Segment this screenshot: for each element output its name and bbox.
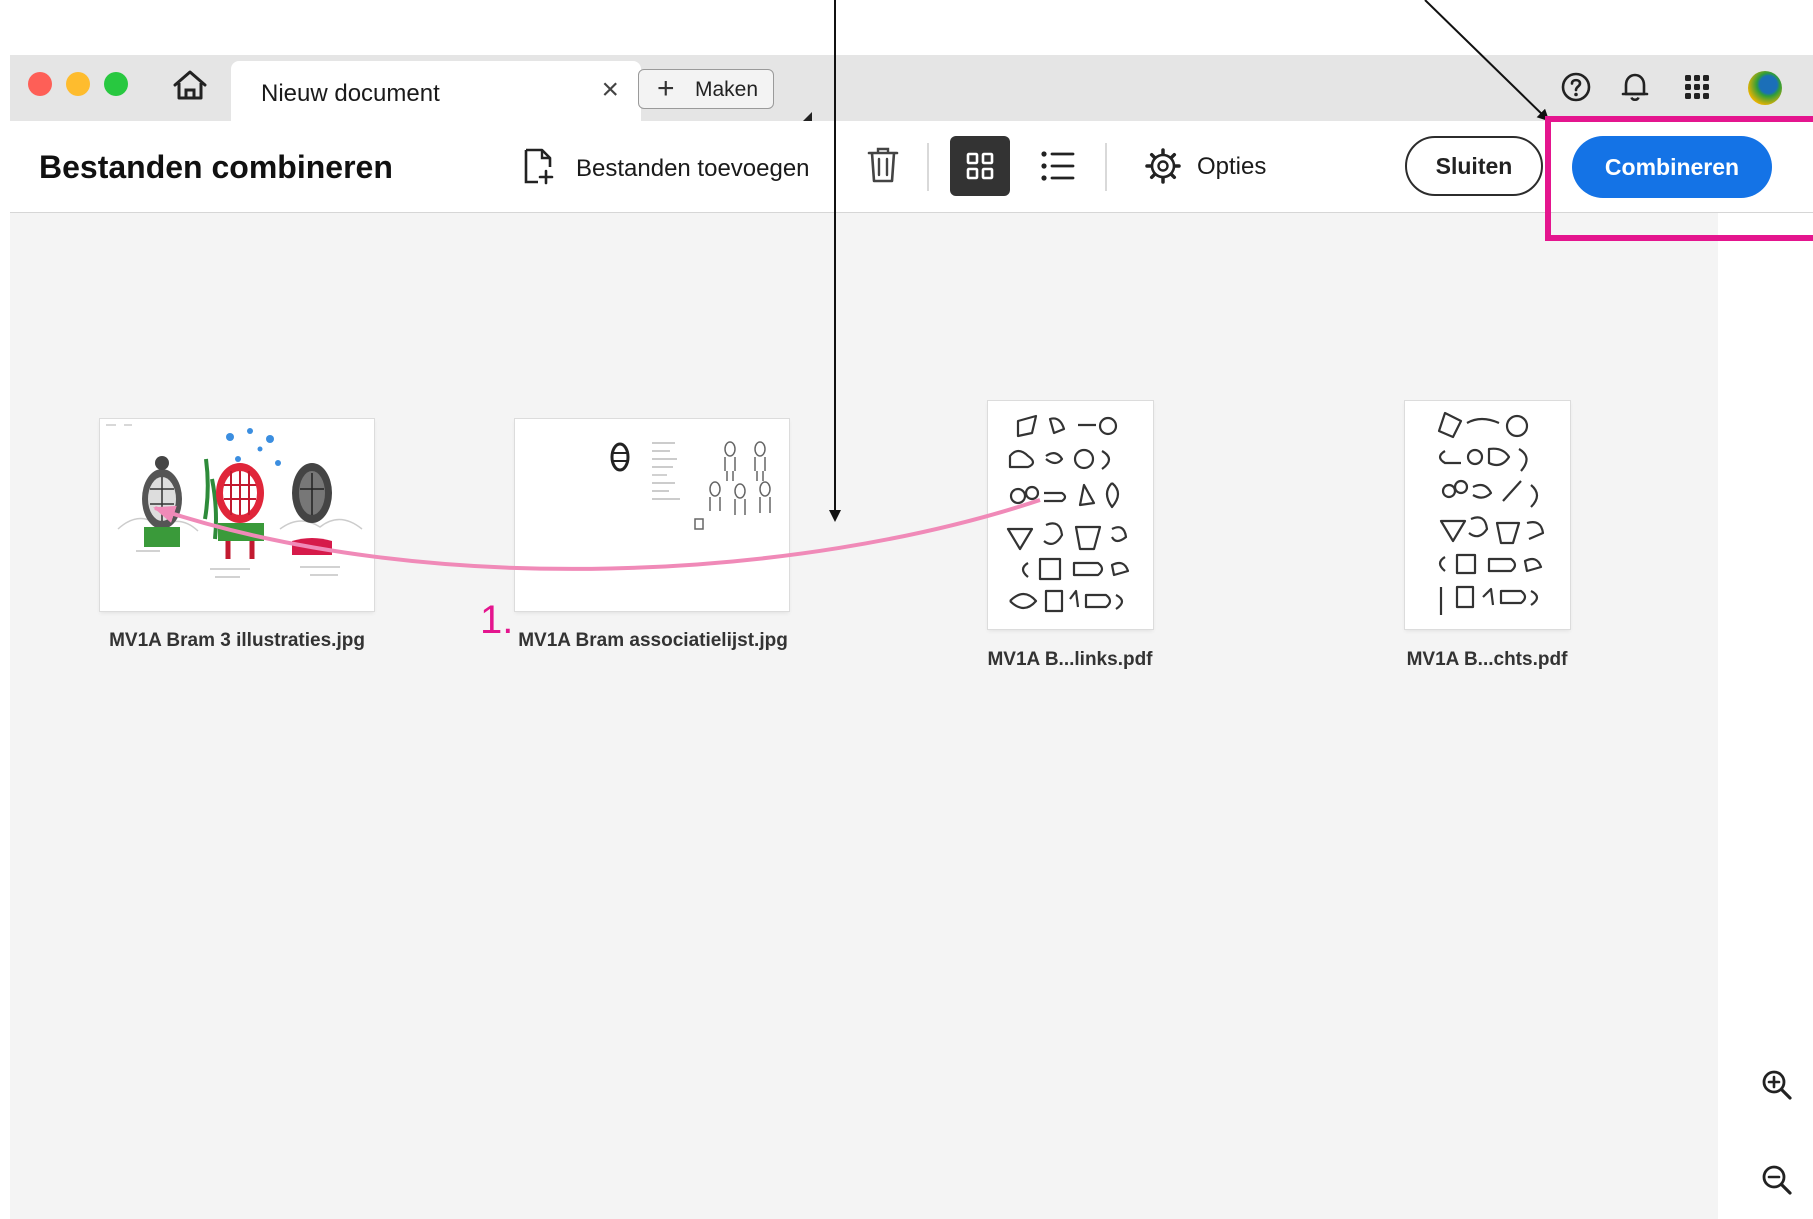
toolbar-divider [927, 143, 929, 191]
new-document-button[interactable]: + Maken [638, 69, 774, 109]
shapes-preview-left [1006, 414, 1130, 613]
file-name: MV1A B...links.pdf [987, 649, 1153, 670]
zoom-rail [1718, 213, 1813, 1219]
title-bar: Nieuw document × + Maken [10, 55, 1813, 121]
help-icon[interactable] [1559, 70, 1593, 104]
tab-close-button[interactable]: × [601, 75, 619, 105]
file-name: MV1A Bram associatielijst.jpg [518, 630, 788, 651]
combine-toolbar: Bestanden combineren Bestanden toevoegen [10, 121, 1813, 213]
grid-view-button[interactable] [950, 136, 1010, 196]
zoom-in-icon[interactable] [1760, 1068, 1794, 1102]
list-view-icon[interactable] [1040, 149, 1076, 183]
file-thumbnail[interactable] [988, 401, 1153, 629]
file-name: MV1A B...chts.pdf [1406, 649, 1568, 670]
options-label[interactable]: Opties [1197, 153, 1266, 181]
association-list-preview [610, 441, 771, 530]
app-window: Nieuw document × + Maken Bestanden combi… [10, 55, 1813, 1219]
zoom-window-button[interactable] [104, 72, 128, 96]
file-thumbnail[interactable] [1405, 401, 1570, 629]
combine-highlight-box [1545, 116, 1813, 241]
bell-icon[interactable] [1618, 70, 1652, 104]
close-button[interactable]: Sluiten [1405, 136, 1543, 196]
new-document-label: Maken [695, 78, 759, 101]
add-files-label: Bestanden toevoegen [576, 155, 810, 182]
avatar[interactable] [1748, 71, 1782, 105]
illustration-preview [106, 424, 363, 578]
shapes-preview-right [1437, 411, 1545, 615]
apps-grid-icon[interactable] [1680, 70, 1714, 104]
trash-icon[interactable] [865, 145, 901, 185]
document-tab[interactable]: Nieuw document × [231, 61, 641, 121]
grid-view-icon [966, 152, 994, 180]
page-title: Bestanden combineren [39, 149, 393, 185]
gear-icon[interactable] [1143, 146, 1183, 186]
tab-title: Nieuw document [261, 80, 440, 107]
add-files-dropdown-caret[interactable] [803, 112, 812, 121]
zoom-out-icon[interactable] [1760, 1163, 1794, 1197]
file-thumbnail[interactable] [100, 419, 374, 611]
file-thumbnail[interactable] [515, 419, 789, 611]
add-file-icon [524, 148, 554, 185]
plus-icon: + [657, 72, 675, 105]
minimize-window-button[interactable] [66, 72, 90, 96]
toolbar-divider [1105, 143, 1107, 191]
file-name: MV1A Bram 3 illustraties.jpg [109, 630, 365, 651]
home-icon[interactable] [171, 69, 209, 101]
close-window-button[interactable] [28, 72, 52, 96]
step-number: 1. [480, 598, 514, 642]
file-grid: MV1A Bram 3 illustraties.jpg MV1A Bram a… [10, 213, 1718, 1219]
